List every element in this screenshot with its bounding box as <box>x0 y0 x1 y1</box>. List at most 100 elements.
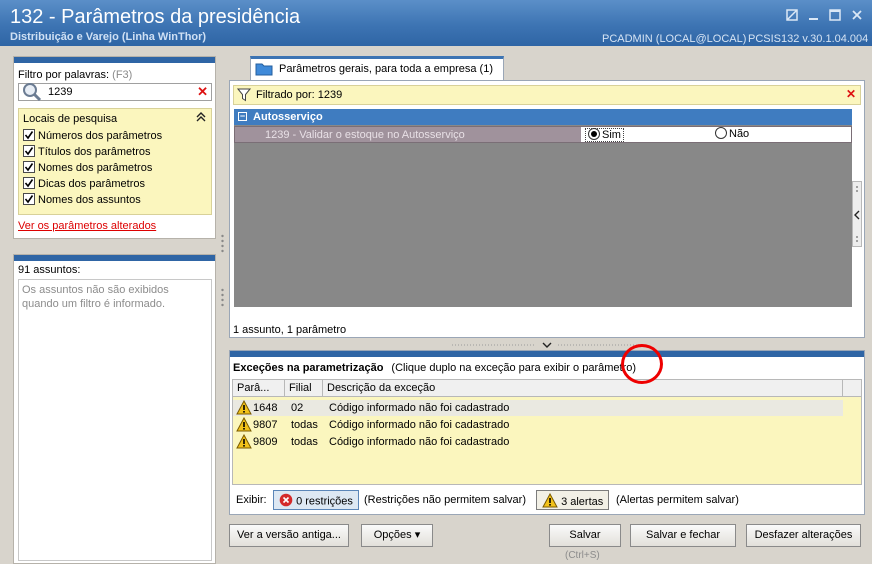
alerts-toggle-button[interactable]: 3 alertas <box>536 490 610 511</box>
close-icon[interactable] <box>849 8 865 24</box>
exceptions-hint: (Clique duplo na exceção para exibir o p… <box>391 362 636 374</box>
collapse-group-icon[interactable]: − <box>238 112 247 121</box>
radio-sim[interactable]: Sim <box>585 128 624 143</box>
radio-sim-label: Sim <box>602 129 621 141</box>
tab-label: Parâmetros gerais, para toda a empresa (… <box>279 63 493 75</box>
title-bar: 132 - Parâmetros da presidência Distribu… <box>0 0 872 46</box>
restore-icon[interactable] <box>784 8 800 24</box>
horizontal-splitter[interactable] <box>448 340 650 350</box>
search-option-label: Nomes dos parâmetros <box>38 162 153 174</box>
search-option-checkbox[interactable]: Nomes dos parâmetros <box>23 161 153 178</box>
checkbox-checked-icon <box>23 177 35 190</box>
dropdown-arrow-icon: ▾ <box>414 529 421 541</box>
warning-icon <box>542 492 558 511</box>
exibir-bar: Exibir: 0 restrições (Restrições não per… <box>233 488 863 512</box>
folder-icon <box>255 62 273 76</box>
group-header[interactable]: − Autosserviço <box>234 109 852 125</box>
exceptions-panel: Exceções na parametrização (Clique duplo … <box>229 350 865 515</box>
subjects-list: Os assuntos não são exibidos quando um f… <box>18 279 212 561</box>
splitter-grip[interactable] <box>219 230 226 310</box>
undo-changes-label: Desfazer alterações <box>754 529 853 541</box>
window-subtitle: Distribuição e Varejo (Linha WinThor) <box>10 31 207 43</box>
search-option-checkbox[interactable]: Números dos parâmetros <box>23 129 163 146</box>
clear-search-icon[interactable]: ✕ <box>197 84 208 100</box>
exception-row[interactable]: 9809 todas Código informado não foi cada… <box>233 433 843 452</box>
filter-panel: Filtro por palavras: (F3) 1239 ✕ Locais … <box>13 56 216 239</box>
search-input[interactable]: 1239 ✕ <box>18 81 212 103</box>
active-filter-bar: Filtrado por: 1239 ✕ <box>233 85 861 105</box>
exception-param: 1648 <box>253 402 278 414</box>
radio-nao-label: Não <box>729 128 750 140</box>
save-button[interactable]: Salvar <box>549 524 621 547</box>
exception-filial: todas <box>291 436 318 448</box>
panel-header-bar <box>14 57 215 63</box>
exception-description: Código informado não foi cadastrado <box>329 419 510 431</box>
funnel-icon <box>236 88 252 105</box>
exception-row[interactable]: 9807 todas Código informado não foi cada… <box>233 416 843 435</box>
search-option-checkbox[interactable]: Títulos dos parâmetros <box>23 145 151 162</box>
save-shortcut: (Ctrl+S) <box>565 550 600 561</box>
subjects-panel: 91 assuntos: Os assuntos não são exibido… <box>13 254 216 564</box>
checkbox-checked-icon <box>23 145 35 158</box>
search-locations-box: Locais de pesquisa Números dos parâmetro… <box>18 108 212 215</box>
params-summary: 1 assunto, 1 parâmetro <box>233 324 347 336</box>
exceptions-header: Parâ... Filial Descrição da exceção <box>233 380 861 397</box>
exception-param: 9809 <box>253 436 278 448</box>
version-info: PCSIS132 v.30.1.04.004 <box>748 33 869 45</box>
side-panel-toggle[interactable] <box>852 181 862 247</box>
clear-filter-icon[interactable]: ✕ <box>846 87 856 101</box>
exception-description: Código informado não foi cadastrado <box>329 402 510 414</box>
column-header-description[interactable]: Descrição da exceção <box>323 380 843 396</box>
tab-general-params[interactable]: Parâmetros gerais, para toda a empresa (… <box>250 56 504 80</box>
options-button[interactable]: Opções ▾ <box>361 524 433 547</box>
search-option-checkbox[interactable]: Nomes dos assuntos <box>23 193 141 210</box>
old-version-button[interactable]: Ver a versão antiga... <box>229 524 349 547</box>
warning-icon <box>236 416 252 435</box>
panel-header-bar <box>230 351 864 357</box>
warning-icon <box>236 433 252 452</box>
checkbox-checked-icon <box>23 193 35 206</box>
minimize-icon[interactable] <box>806 8 822 24</box>
params-panel: Filtrado por: 1239 ✕ − Autosserviço 1239… <box>229 80 865 338</box>
column-header-param[interactable]: Parâ... <box>233 380 285 396</box>
param-options: Sim Não <box>581 127 851 143</box>
radio-selected-icon <box>588 128 600 141</box>
radio-unselected-icon <box>715 127 727 140</box>
checkbox-checked-icon <box>23 129 35 142</box>
error-icon <box>279 493 293 510</box>
changed-params-link[interactable]: Ver os parâmetros alterados <box>18 220 156 232</box>
radio-nao[interactable]: Não <box>715 127 750 140</box>
column-header-filial[interactable]: Filial <box>285 380 323 396</box>
save-close-button[interactable]: Salvar e fechar <box>630 524 736 547</box>
options-label: Opções <box>373 529 412 541</box>
collapse-icon[interactable] <box>196 112 206 125</box>
user-info: PCADMIN (LOCAL@LOCAL) <box>602 33 747 45</box>
exceptions-grid: Parâ... Filial Descrição da exceção 1648… <box>232 379 862 485</box>
checkbox-checked-icon <box>23 161 35 174</box>
alerts-label: 3 alertas <box>561 495 604 508</box>
exception-row[interactable]: 1648 02 Código informado não foi cadastr… <box>233 399 843 418</box>
search-value: 1239 <box>48 86 73 98</box>
warning-icon <box>236 399 252 418</box>
undo-changes-button[interactable]: Desfazer alterações <box>746 524 861 547</box>
search-icon <box>21 81 43 103</box>
restrictions-label: 0 restrições <box>296 495 353 508</box>
old-version-label: Ver a versão antiga... <box>237 529 341 541</box>
panel-header-bar <box>14 255 215 261</box>
search-option-label: Títulos dos parâmetros <box>38 146 151 158</box>
save-label: Salvar <box>569 529 601 541</box>
search-locations-title: Locais de pesquisa <box>23 113 118 125</box>
param-row[interactable]: 1239 - Validar o estoque no Autosserviço… <box>234 126 852 143</box>
exceptions-title: Exceções na parametrização (Clique duplo … <box>233 362 636 374</box>
param-label: 1239 - Validar o estoque no Autosserviço <box>265 129 465 141</box>
search-option-label: Nomes dos assuntos <box>38 194 141 206</box>
exception-filial: todas <box>291 419 318 431</box>
maximize-icon[interactable] <box>827 8 843 24</box>
exception-filial: 02 <box>291 402 304 414</box>
search-option-checkbox[interactable]: Dicas dos parâmetros <box>23 177 145 194</box>
alerts-note: (Alertas permitem salvar) <box>616 494 739 506</box>
exception-param: 9807 <box>253 419 278 431</box>
restrictions-toggle-button[interactable]: 0 restrições <box>273 490 359 510</box>
exception-description: Código informado não foi cadastrado <box>329 436 510 448</box>
search-option-label: Números dos parâmetros <box>38 130 163 142</box>
